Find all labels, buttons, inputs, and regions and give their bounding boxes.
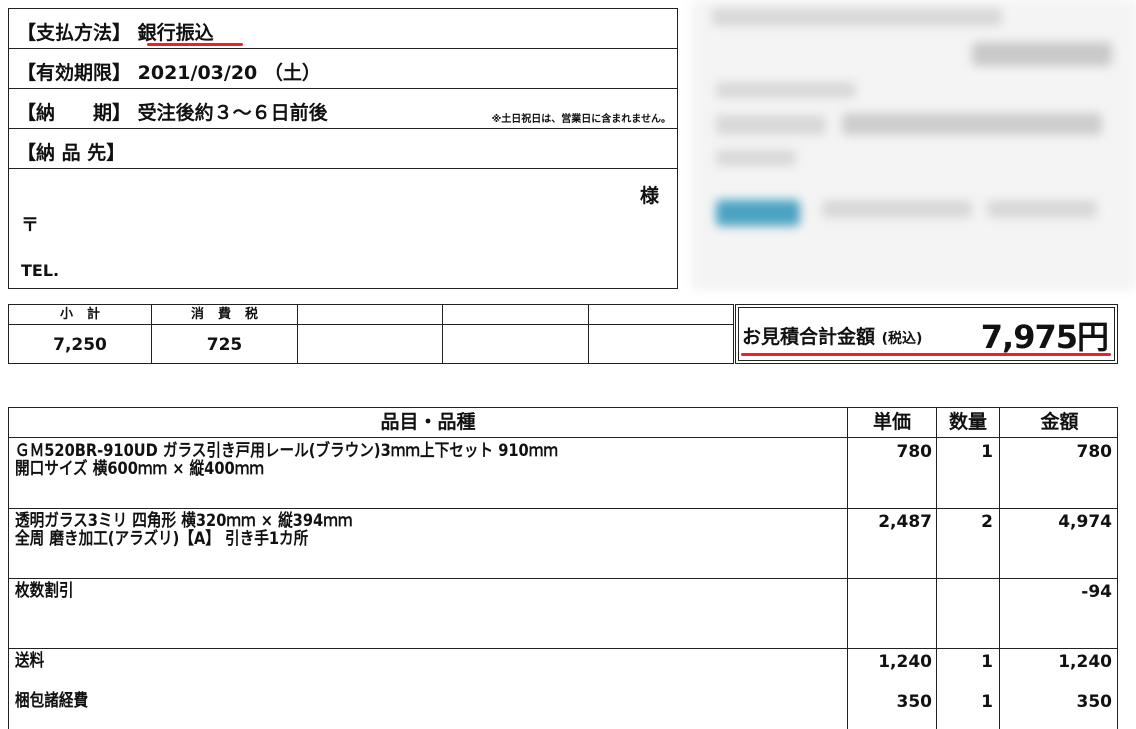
amount-cell: 780 <box>1076 442 1113 462</box>
delivery-label: 【納 期】 <box>17 102 132 124</box>
item-detail: 開口サイズ 横600ｍｍ × 縦400ｍｍ <box>15 459 264 479</box>
items-table: 品目・品種 単価 数量 金額 ＧＭ520BR-910UD ガラス引き戸用レール(… <box>8 407 1118 729</box>
expiry-label: 【有効期限】 <box>17 62 132 84</box>
payment-method-label: 【支払方法】 <box>17 22 132 44</box>
postal-mark: 〒 <box>21 215 39 236</box>
subtotal-label: 小計 <box>59 307 114 322</box>
quantity-cell: 1 <box>981 442 993 462</box>
tax-value: 725 <box>206 335 243 355</box>
grand-total-box: お見積合計金額 (税込) 7,975円 <box>735 304 1118 364</box>
row-divider <box>9 578 1117 579</box>
payment-method-row: 【支払方法】 銀行振込 <box>9 9 677 49</box>
tax-label: 消費税 <box>190 307 272 322</box>
delivery-row: 【納 期】 受注後約３～６日前後 ※土日祝日は、営業日に含まれません。 <box>9 89 677 129</box>
redacted-panel <box>692 0 1136 290</box>
delivery-note: ※土日祝日は、営業日に含まれません。 <box>491 114 671 125</box>
subtotal-table: 小計 消費税 7,250 725 <box>8 304 734 364</box>
subtotal-value: 7,250 <box>53 335 107 355</box>
destination-row: 【納 品 先】 <box>9 129 677 169</box>
row-divider <box>9 648 1117 649</box>
header-unit-price: 単価 <box>872 411 911 433</box>
quantity-cell: 1 <box>981 692 993 712</box>
grand-total-label: お見積合計金額 (税込) <box>742 326 923 348</box>
payment-method-value: 銀行振込 <box>137 22 214 44</box>
tel-label: TEL. <box>21 261 60 280</box>
amount-cell: 4,974 <box>1058 512 1112 532</box>
header-amount: 金額 <box>1040 411 1079 433</box>
item-name: 枚数割引 <box>15 581 74 601</box>
quantity-cell: 1 <box>981 652 993 672</box>
header-quantity: 数量 <box>948 411 987 433</box>
header-item-name: 品目・品種 <box>380 411 476 433</box>
expiry-row: 【有効期限】 2021/03/20 （土） <box>9 49 677 89</box>
grand-total-value: 7,975円 <box>980 318 1109 356</box>
total-underline <box>741 353 1111 356</box>
unit-price-cell: 780 <box>896 442 933 462</box>
item-name: 透明ガラス3ミリ 四角形 横320ｍｍ × 縦394ｍｍ <box>15 511 353 531</box>
item-name: 送料 <box>15 651 45 671</box>
destination-box: 様 〒 TEL. <box>9 169 677 289</box>
quantity-cell: 2 <box>981 512 993 532</box>
amount-cell: 1,240 <box>1058 652 1112 672</box>
row-divider <box>9 508 1117 509</box>
amount-cell: 350 <box>1076 692 1113 712</box>
tax-included-note: (税込) <box>881 331 923 347</box>
payment-underline <box>147 43 243 46</box>
amount-cell: -94 <box>1081 582 1112 602</box>
order-info-table: 【支払方法】 銀行振込 【有効期限】 2021/03/20 （土） 【納 期】 … <box>8 8 678 289</box>
honorific-label: 様 <box>639 185 659 207</box>
item-detail: 全周 磨き加工(アラズリ)【A】 引き手1カ所 <box>15 529 309 549</box>
item-name: ＧＭ520BR-910UD ガラス引き戸用レール(ブラウン)3ｍｍ上下セット 9… <box>15 441 558 461</box>
item-name: 梱包諸経費 <box>15 691 89 711</box>
unit-price-cell: 350 <box>896 692 933 712</box>
delivery-value: 受注後約３～６日前後 <box>137 102 328 124</box>
destination-label: 【納 品 先】 <box>17 142 126 164</box>
unit-price-cell: 2,487 <box>878 512 932 532</box>
unit-price-cell: 1,240 <box>878 652 932 672</box>
expiry-value: 2021/03/20 （土） <box>137 62 321 84</box>
